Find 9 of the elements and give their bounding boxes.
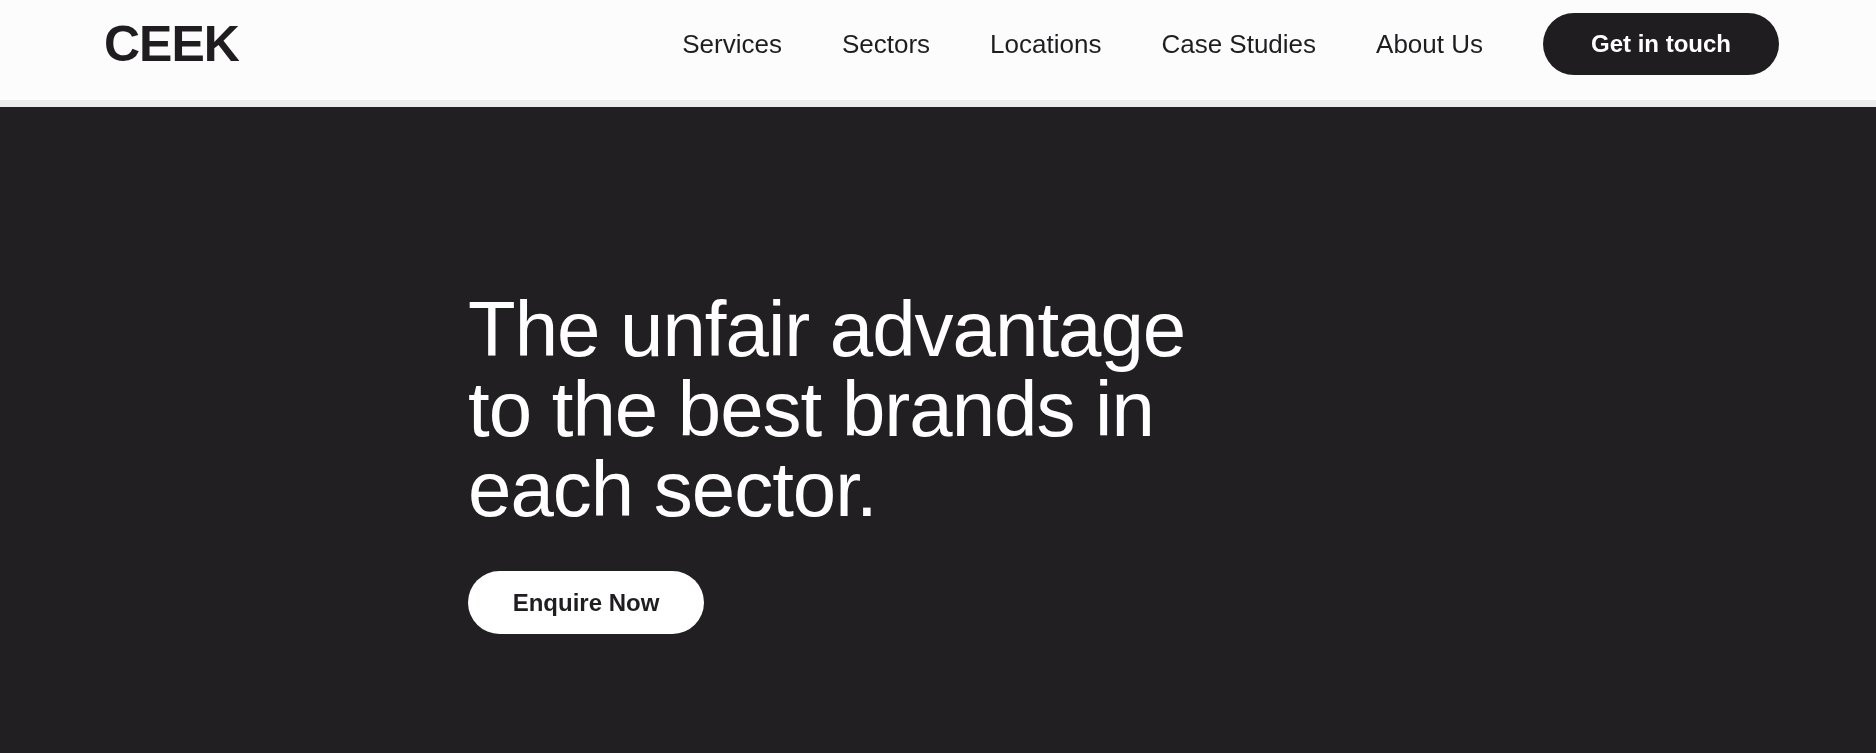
hero-headline: The unfair advantage to the best brands in each sector. [468, 289, 1187, 529]
logo[interactable]: CEEK [104, 15, 239, 73]
nav-link[interactable]: Sectors [841, 28, 931, 60]
enquire-button[interactable]: Enquire Now [468, 571, 704, 634]
nav-link[interactable]: About Us [1376, 28, 1483, 60]
nav-link[interactable]: Case Studies [1161, 28, 1317, 60]
nav-link[interactable]: Locations [990, 28, 1102, 60]
get-in-touch-button[interactable]: Get in touch [1543, 13, 1779, 75]
nav-link[interactable]: Services [682, 28, 782, 60]
